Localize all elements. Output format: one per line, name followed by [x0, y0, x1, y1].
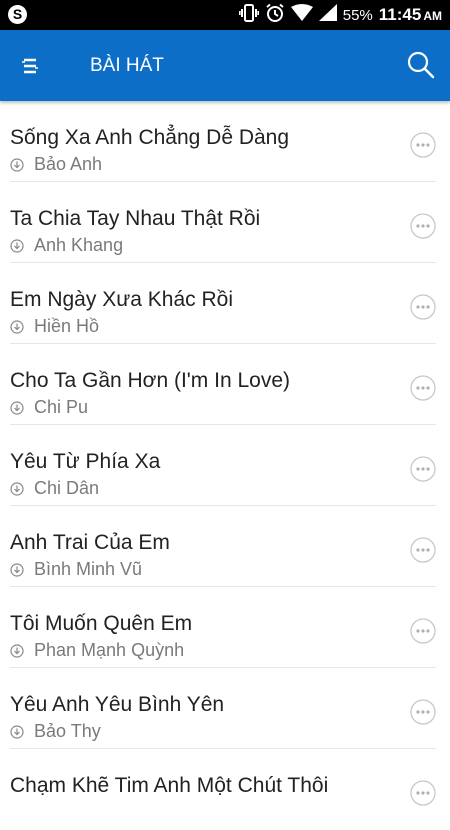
more-options-icon[interactable] — [410, 213, 436, 239]
song-artist: Chi Pu — [34, 397, 89, 417]
song-title: Em Ngày Xưa Khác Rồi — [10, 288, 233, 311]
song-row[interactable]: Tôi Muốn Quên Em Phan Mạnh Quỳnh — [0, 587, 450, 668]
song-artist: Phan Mạnh Quỳnh — [34, 640, 185, 660]
clock: 11:45 AM — [378, 5, 442, 24]
alarm-icon — [265, 3, 285, 28]
song-row[interactable]: Chạm Khẽ Tim Anh Một Chút Thôi — [0, 749, 450, 830]
song-artist: Anh Khang — [34, 235, 124, 255]
status-bar: S 55% 11:45 AM — [0, 0, 450, 30]
app-bar: BÀI HÁT — [0, 30, 450, 101]
song-row[interactable]: Cho Ta Gần Hơn (I'm In Love) Chi Pu — [0, 344, 450, 425]
song-row[interactable]: Em Ngày Xưa Khác Rồi Hiền Hồ — [0, 263, 450, 344]
signal-icon — [318, 3, 337, 27]
song-row[interactable]: Sống Xa Anh Chẳng Dễ Dàng Bảo Anh — [0, 101, 450, 182]
song-title: Chạm Khẽ Tim Anh Một Chút Thôi — [10, 774, 329, 797]
song-title: Sống Xa Anh Chẳng Dễ Dàng — [10, 126, 290, 149]
song-artist: Bảo Anh — [34, 154, 103, 174]
download-icon — [10, 400, 24, 415]
song-row[interactable]: Ta Chia Tay Nhau Thật Rồi Anh Khang — [0, 182, 450, 263]
download-icon — [10, 319, 24, 334]
song-title: Yêu Từ Phía Xa — [10, 450, 161, 473]
download-icon — [10, 481, 24, 496]
song-title: Ta Chia Tay Nhau Thật Rồi — [10, 207, 261, 230]
more-options-icon[interactable] — [410, 294, 436, 320]
song-title: Yêu Anh Yêu Bình Yên — [10, 693, 225, 716]
song-title: Anh Trai Của Em — [10, 531, 170, 554]
download-icon — [10, 238, 24, 253]
vibrate-icon — [238, 3, 259, 27]
song-artist: Bình Minh Vũ — [34, 559, 143, 579]
more-options-icon[interactable] — [410, 699, 436, 725]
song-row[interactable]: Yêu Anh Yêu Bình Yên Bảo Thy — [0, 668, 450, 749]
skype-icon: S — [8, 5, 27, 24]
wifi-icon — [290, 3, 313, 27]
more-options-icon[interactable] — [410, 456, 436, 482]
song-artist: Hiền Hồ — [34, 316, 100, 336]
hamburger-menu-icon[interactable] — [18, 52, 46, 80]
download-icon — [10, 157, 24, 172]
download-icon — [10, 643, 24, 658]
more-options-icon[interactable] — [410, 618, 436, 644]
song-row[interactable]: Anh Trai Của Em Bình Minh Vũ — [0, 506, 450, 587]
more-options-icon[interactable] — [410, 132, 436, 158]
song-title: Cho Ta Gần Hơn (I'm In Love) — [10, 369, 291, 392]
more-options-icon[interactable] — [410, 780, 436, 806]
song-artist: Chi Dân — [34, 478, 100, 498]
download-icon — [10, 724, 24, 739]
more-options-icon[interactable] — [410, 537, 436, 563]
song-title: Tôi Muốn Quên Em — [10, 612, 193, 635]
song-list: Sống Xa Anh Chẳng Dễ Dàng Bảo Anh Ta Chi… — [0, 101, 450, 830]
battery-percent: 55% — [342, 6, 373, 24]
search-icon[interactable] — [406, 50, 436, 80]
song-artist: Bảo Thy — [34, 721, 101, 741]
download-icon — [10, 562, 24, 577]
song-row[interactable]: Yêu Từ Phía Xa Chi Dân — [0, 425, 450, 506]
page-title: BÀI HÁT — [90, 55, 164, 76]
more-options-icon[interactable] — [410, 375, 436, 401]
